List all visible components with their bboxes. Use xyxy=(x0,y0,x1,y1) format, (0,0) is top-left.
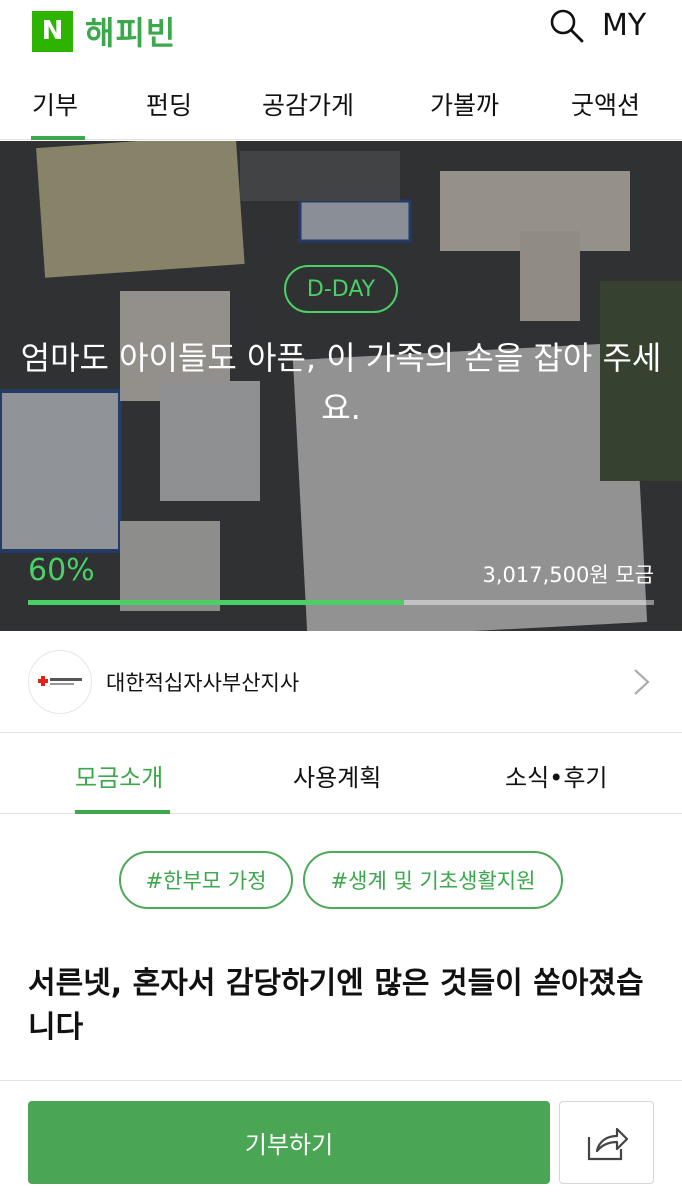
active-detail-tab-indicator xyxy=(75,810,170,814)
search-icon[interactable] xyxy=(549,8,585,44)
tab-usage-plan[interactable]: 사용계획 xyxy=(293,758,381,793)
category-tab-goodaction[interactable]: 굿액션 xyxy=(571,86,640,122)
category-tab-funding[interactable]: 펀딩 xyxy=(146,86,192,122)
category-nav: 기부 펀딩 공감가게 가볼까 굿액션 xyxy=(0,80,682,140)
tag-livelihood-support[interactable]: #생계 및 기초생활지원 xyxy=(303,851,563,909)
app-header: N 해피빈 MY xyxy=(0,0,682,56)
happybean-logo[interactable]: N 해피빈 xyxy=(32,8,176,54)
red-cross-logo-icon xyxy=(28,650,92,714)
detail-tabs: 모금소개 사용계획 소식•후기 xyxy=(0,734,682,814)
share-button[interactable] xyxy=(559,1101,654,1184)
tab-news-reviews[interactable]: 소식•후기 xyxy=(505,758,607,793)
organization-name: 대한적십자사부산지사 xyxy=(106,671,300,695)
campaign-hero[interactable]: D-DAY 엄마도 아이들도 아픈, 이 가족의 손을 잡아 주세요. 60% … xyxy=(0,141,682,631)
logo-text: 해피빈 xyxy=(85,14,177,52)
my-button[interactable]: MY xyxy=(602,8,646,43)
progress-bar-fill xyxy=(28,600,404,605)
category-tab-visit[interactable]: 가볼까 xyxy=(430,86,499,122)
tag-single-parent[interactable]: #한부모 가정 xyxy=(119,851,293,909)
organization-row[interactable]: 대한적십자사부산지사 xyxy=(0,631,682,733)
tab-intro[interactable]: 모금소개 xyxy=(75,758,163,793)
category-tab-donate[interactable]: 기부 xyxy=(32,86,78,122)
campaign-title: 엄마도 아이들도 아픈, 이 가족의 손을 잡아 주세요. xyxy=(20,339,662,427)
raised-amount: 3,017,500원 모금 xyxy=(482,563,654,587)
progress-percent: 60% xyxy=(28,553,95,588)
naver-n-icon: N xyxy=(32,10,73,52)
story-headline: 서른넷, 혼자서 감당하기엔 많은 것들이 쏟아졌습니다 xyxy=(28,966,644,1045)
chevron-right-icon xyxy=(630,667,652,697)
bottom-action-bar: 기부하기 xyxy=(0,1080,682,1200)
progress-bar xyxy=(28,600,654,605)
category-tab-store[interactable]: 공감가게 xyxy=(262,86,354,122)
donate-button[interactable]: 기부하기 xyxy=(28,1101,550,1184)
share-icon xyxy=(587,1127,628,1160)
dday-badge: D-DAY xyxy=(284,265,398,313)
active-tab-indicator xyxy=(31,136,85,140)
